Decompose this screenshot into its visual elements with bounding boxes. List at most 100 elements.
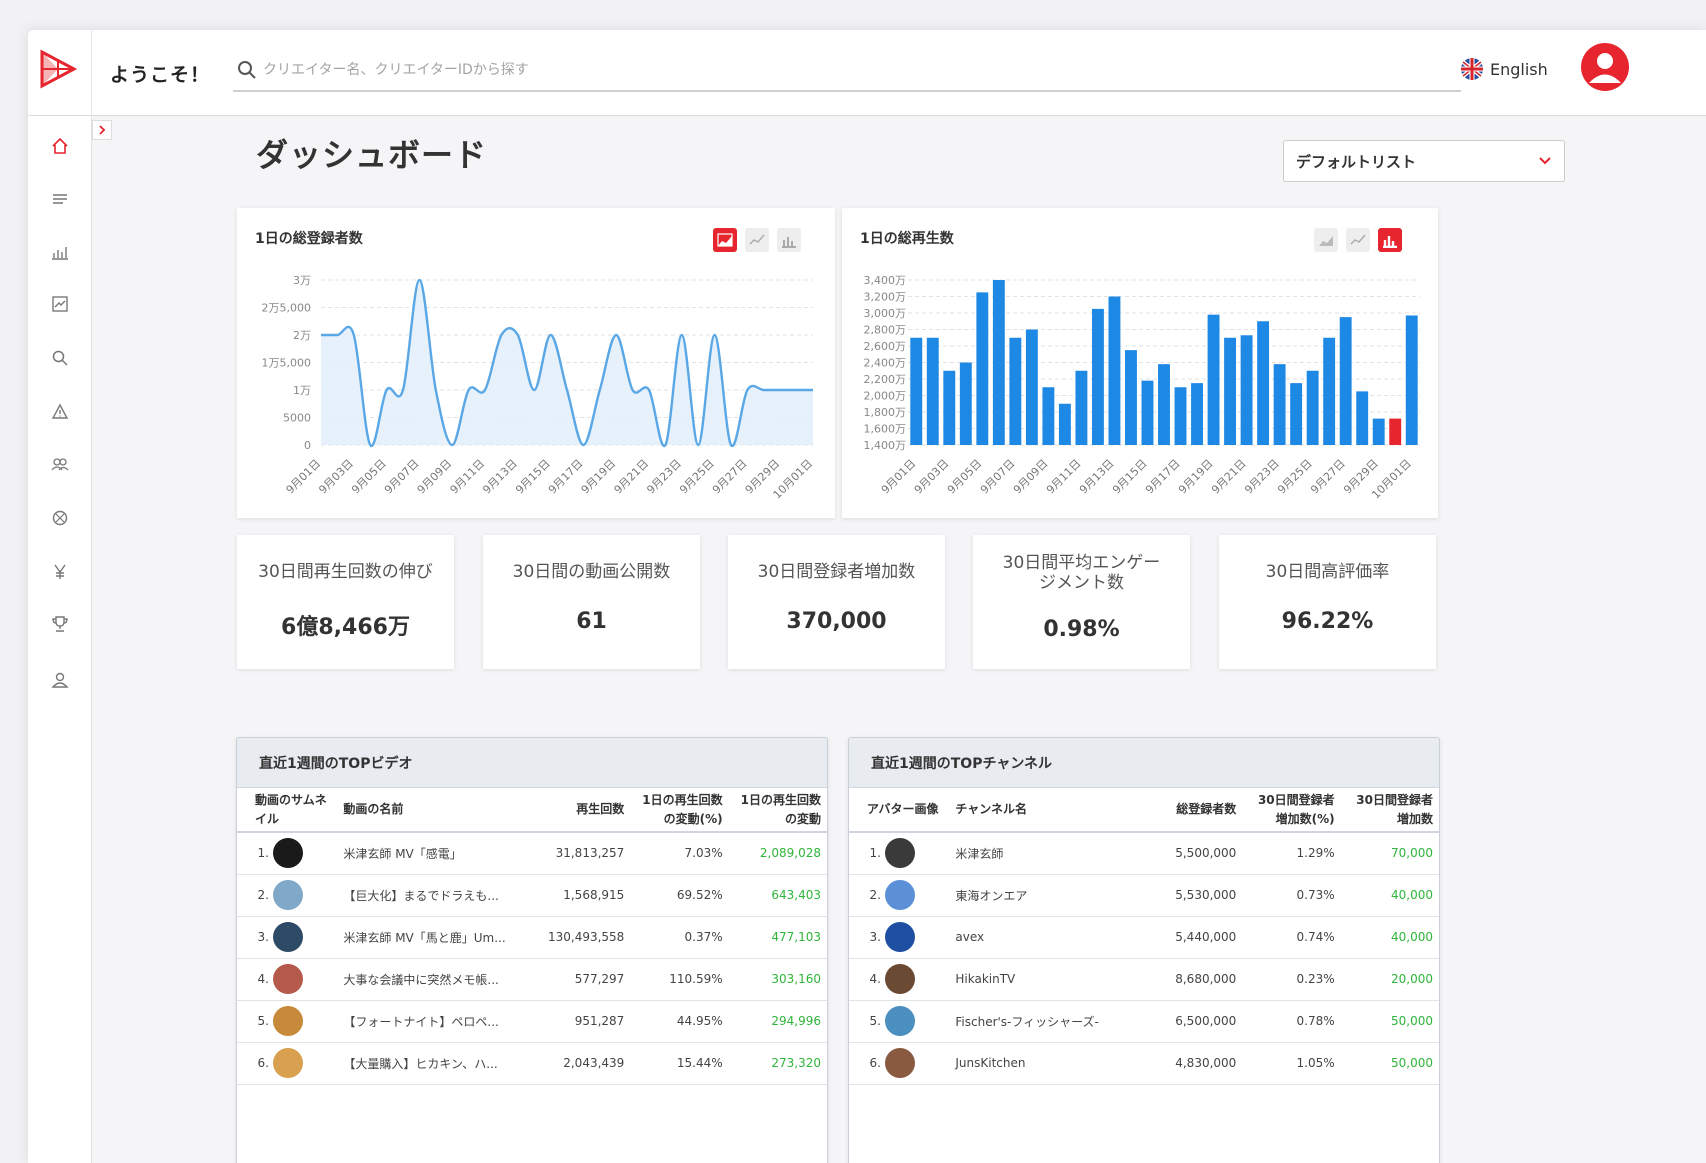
- bar[interactable]: [926, 337, 939, 445]
- channel-name-cell[interactable]: 東海オンエア: [949, 874, 1144, 917]
- channel-row[interactable]: 5. Fischer's-フィッシャーズ- 6,500,000 0.78% 50,000: [849, 1000, 1439, 1043]
- data-point[interactable]: [594, 384, 606, 396]
- data-point[interactable]: [791, 384, 803, 396]
- video-row[interactable]: 2. 【巨大化】まるでドラえも... 1,568,915 69.52% 643,403: [237, 874, 827, 917]
- bar[interactable]: [1257, 321, 1270, 445]
- thumbnail-image[interactable]: [273, 880, 303, 910]
- bar[interactable]: [1009, 337, 1022, 445]
- bar[interactable]: [1356, 391, 1369, 445]
- column-header[interactable]: 1日の再生回数の変動(%): [630, 788, 729, 833]
- channel-name-cell[interactable]: JunsKitchen: [949, 1042, 1144, 1085]
- data-point[interactable]: [397, 384, 409, 396]
- search-bar[interactable]: [233, 52, 1461, 92]
- data-point[interactable]: [446, 439, 458, 451]
- video-name-cell[interactable]: 米津玄師 MV「感電」: [337, 832, 532, 875]
- bar[interactable]: [959, 362, 972, 446]
- data-point[interactable]: [381, 384, 393, 396]
- thumbnail-image[interactable]: [273, 964, 303, 994]
- column-header[interactable]: 動画のサムネイル: [237, 788, 338, 833]
- video-name-cell[interactable]: 【大量購入】ヒカキン、ハ...: [337, 1042, 532, 1085]
- bar[interactable]: [1372, 418, 1385, 445]
- column-header[interactable]: 動画の名前: [337, 788, 532, 833]
- group-icon[interactable]: [46, 450, 74, 478]
- bar[interactable]: [1306, 370, 1319, 445]
- bar[interactable]: [1141, 380, 1154, 445]
- video-name-cell[interactable]: 【フォートナイト】ペロペ...: [337, 1000, 532, 1043]
- data-point[interactable]: [643, 384, 655, 396]
- thumbnail-image[interactable]: [885, 922, 915, 952]
- video-row[interactable]: 1. 米津玄師 MV「感電」 31,813,257 7.03% 2,089,028: [237, 832, 827, 875]
- thumbnail-image[interactable]: [273, 1048, 303, 1078]
- list-select[interactable]: デフォルトリスト: [1283, 140, 1565, 182]
- thumbnail-image[interactable]: [885, 964, 915, 994]
- bar[interactable]: [1240, 335, 1253, 445]
- thumbnail-image[interactable]: [885, 1006, 915, 1036]
- video-row[interactable]: 4. 大事な会議中に突然メモ帳... 577,297 110.59% 303,160: [237, 958, 827, 1001]
- user-avatar[interactable]: [1580, 42, 1630, 96]
- column-header[interactable]: チャンネル名: [949, 788, 1144, 833]
- column-header[interactable]: 1日の再生回数の変動: [728, 788, 827, 833]
- data-point[interactable]: [692, 439, 704, 451]
- data-point[interactable]: [709, 329, 721, 341]
- bar[interactable]: [1339, 317, 1352, 445]
- data-point[interactable]: [807, 384, 819, 396]
- data-point[interactable]: [774, 384, 786, 396]
- data-point[interactable]: [561, 384, 573, 396]
- data-point[interactable]: [463, 384, 475, 396]
- data-point[interactable]: [577, 439, 589, 451]
- column-header[interactable]: アバター画像: [849, 788, 950, 833]
- data-point[interactable]: [725, 439, 737, 451]
- bar[interactable]: [1174, 387, 1187, 445]
- column-header[interactable]: 30日間登録者増加数(%): [1242, 788, 1341, 833]
- search-icon[interactable]: [46, 344, 74, 372]
- bar[interactable]: [1158, 364, 1170, 445]
- thumbnail-image[interactable]: [885, 1048, 915, 1078]
- bar[interactable]: [976, 292, 989, 445]
- bar[interactable]: [1273, 364, 1286, 445]
- sidebar-toggle[interactable]: [92, 120, 112, 140]
- bar-chart-icon[interactable]: [46, 238, 74, 266]
- trophy-icon[interactable]: [46, 610, 74, 638]
- thumbnail-image[interactable]: [273, 838, 303, 869]
- video-name-cell[interactable]: 大事な会議中に突然メモ帳...: [337, 958, 532, 1001]
- data-point[interactable]: [741, 384, 753, 396]
- bar[interactable]: [992, 280, 1005, 445]
- data-point[interactable]: [676, 329, 688, 341]
- video-row[interactable]: 6. 【大量購入】ヒカキン、ハ... 2,043,439 15.44% 273,320: [237, 1042, 827, 1085]
- channel-row[interactable]: 2. 東海オンエア 5,530,000 0.73% 40,000: [849, 874, 1439, 917]
- bar[interactable]: [1323, 337, 1336, 445]
- bar[interactable]: [1075, 370, 1088, 445]
- video-name-cell[interactable]: 米津玄師 MV「馬と鹿」Um...: [337, 916, 532, 959]
- bar[interactable]: [1405, 315, 1418, 445]
- data-point[interactable]: [430, 384, 442, 396]
- thumbnail-image[interactable]: [885, 838, 915, 869]
- video-name-cell[interactable]: 【巨大化】まるでドラえも...: [337, 874, 532, 917]
- channel-row[interactable]: 1. 米津玄師 5,500,000 1.29% 70,000: [849, 832, 1439, 875]
- trend-icon[interactable]: [46, 290, 74, 318]
- data-point[interactable]: [627, 384, 639, 396]
- data-point[interactable]: [512, 329, 524, 341]
- yen-icon[interactable]: [46, 558, 74, 586]
- bar[interactable]: [910, 337, 923, 445]
- bar[interactable]: [1108, 296, 1121, 446]
- search-input[interactable]: [263, 58, 1443, 82]
- video-row[interactable]: 5. 【フォートナイト】ペロペ... 951,287 44.95% 294,996: [237, 1000, 827, 1043]
- thumbnail-image[interactable]: [273, 1006, 303, 1036]
- bar[interactable]: [1025, 329, 1038, 446]
- globe-icon[interactable]: [46, 504, 74, 532]
- bar[interactable]: [1042, 387, 1055, 445]
- column-header[interactable]: 30日間登録者増加数: [1340, 788, 1439, 833]
- channel-name-cell[interactable]: HikakinTV: [949, 958, 1144, 1001]
- data-point[interactable]: [659, 439, 671, 451]
- bar[interactable]: [943, 370, 956, 445]
- column-header[interactable]: 総登録者数: [1143, 788, 1243, 833]
- data-point[interactable]: [315, 329, 327, 341]
- bar[interactable]: [1224, 337, 1237, 445]
- data-point[interactable]: [545, 329, 557, 341]
- bar[interactable]: [1207, 314, 1220, 445]
- warning-icon[interactable]: [46, 398, 74, 426]
- thumbnail-image[interactable]: [885, 880, 915, 910]
- bar[interactable]: [1091, 308, 1104, 445]
- thumbnail-image[interactable]: [273, 922, 303, 952]
- home-icon[interactable]: [46, 132, 74, 160]
